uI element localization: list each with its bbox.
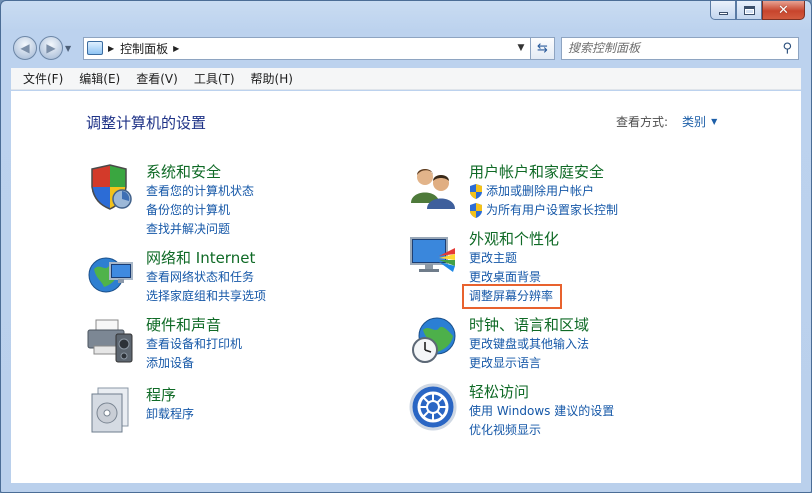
forward-arrow-icon: ▶ [46,41,56,55]
address-bar[interactable]: ▶ 控制面板 ▶ ▼ [83,36,531,60]
category-clock-language-region: 时钟、语言和区域 更改键盘或其他输入法 更改显示语言 [409,316,589,373]
maximize-icon [743,5,755,15]
link-find-fix-problems[interactable]: 查找并解决问题 [146,220,254,239]
close-button[interactable]: ✕ [762,1,805,20]
menu-bar: 文件(F) 编辑(E) 查看(V) 工具(T) 帮助(H) [11,68,801,90]
category-title-appearance[interactable]: 外观和个性化 [469,230,559,249]
link-change-keyboard-input[interactable]: 更改键盘或其他输入法 [469,335,589,354]
hardware-sound-icon [87,319,133,363]
category-hardware-sound: 硬件和声音 查看设备和打印机 添加设备 [86,316,242,373]
minimize-icon [718,11,728,15]
address-history-dropdown[interactable]: ▼ [512,43,530,53]
page-title: 调整计算机的设置 [86,114,207,132]
view-by-dropdown[interactable]: 类别 [682,113,706,130]
view-by: 查看方式: 类别 ▼ [616,113,717,130]
content-area: 调整计算机的设置 查看方式: 类别 ▼ 系统和安全 查看您的计算机状态 备份您的… [11,91,801,483]
user-accounts-icon [411,169,455,209]
caption-buttons: ✕ [710,1,805,20]
category-title-hardware-sound[interactable]: 硬件和声音 [146,316,242,335]
link-change-display-language[interactable]: 更改显示语言 [469,354,589,373]
link-uninstall-program[interactable]: 卸载程序 [146,405,194,424]
chevron-down-icon: ▼ [65,43,72,53]
appearance-icon [410,237,455,272]
chevron-down-icon[interactable]: ▼ [711,117,717,126]
category-title-system-security[interactable]: 系统和安全 [146,163,254,182]
close-icon: ✕ [778,2,789,18]
menu-tools[interactable]: 工具(T) [186,70,243,87]
link-add-remove-accounts-label: 添加或删除用户帐户 [486,184,595,198]
breadcrumb-separator-icon[interactable]: ▶ [108,44,114,53]
link-backup-computer[interactable]: 备份您的计算机 [146,201,254,220]
category-system-security: 系统和安全 查看您的计算机状态 备份您的计算机 查找并解决问题 [86,163,254,239]
navigation-bar: ◀ ▶ ▼ ▶ 控制面板 ▶ ▼ ⇆ ⚲ [13,35,803,61]
link-optimize-video-display[interactable]: 优化视频显示 [469,421,614,440]
link-parental-controls[interactable]: 为所有用户设置家长控制 [469,201,618,220]
clock-language-icon [412,317,456,363]
uac-shield-icon [470,203,482,218]
breadcrumb-control-panel[interactable]: 控制面板 [120,40,168,57]
link-change-desktop-background[interactable]: 更改桌面背景 [469,268,559,287]
search-box[interactable]: ⚲ [561,36,799,60]
category-title-user-accounts[interactable]: 用户帐户和家庭安全 [469,163,618,182]
link-windows-recommended-settings[interactable]: 使用 Windows 建议的设置 [469,402,614,421]
menu-file[interactable]: 文件(F) [15,70,71,87]
link-change-theme[interactable]: 更改主题 [469,249,559,268]
search-icon[interactable]: ⚲ [782,41,792,56]
back-button[interactable]: ◀ [13,36,37,60]
category-ease-of-access: 轻松访问 使用 Windows 建议的设置 优化视频显示 [409,383,614,440]
category-appearance: 外观和个性化 更改主题 更改桌面背景 调整屏幕分辨率 [409,230,563,309]
forward-button[interactable]: ▶ [39,36,63,60]
uac-shield-icon [470,184,482,199]
link-homegroup-sharing[interactable]: 选择家庭组和共享选项 [146,287,266,306]
programs-icon [91,387,129,433]
category-title-clock-language-region[interactable]: 时钟、语言和区域 [469,316,589,335]
search-input[interactable] [568,41,783,55]
category-network-internet: 网络和 Internet 查看网络状态和任务 选择家庭组和共享选项 [86,249,266,306]
menu-help[interactable]: 帮助(H) [243,70,301,87]
breadcrumb-separator-icon[interactable]: ▶ [173,44,179,53]
refresh-button[interactable]: ⇆ [531,36,555,60]
category-programs: 程序 卸载程序 [86,386,194,434]
category-title-ease-of-access[interactable]: 轻松访问 [469,383,614,402]
control-panel-icon [87,41,103,55]
category-user-accounts: 用户帐户和家庭安全 添加或删除用户帐户 为所有用户设置家长控制 [409,163,618,220]
minimize-button[interactable] [710,1,736,20]
link-add-device[interactable]: 添加设备 [146,354,242,373]
menu-edit[interactable]: 编辑(E) [71,70,128,87]
recent-pages-dropdown[interactable]: ▼ [65,44,77,53]
link-adjust-screen-resolution[interactable]: 调整屏幕分辨率 [461,284,563,309]
refresh-icon: ⇆ [537,40,548,56]
category-title-network-internet[interactable]: 网络和 Internet [146,249,266,268]
link-view-computer-status[interactable]: 查看您的计算机状态 [146,182,254,201]
menu-view[interactable]: 查看(V) [128,70,186,87]
maximize-button[interactable] [736,1,762,20]
network-internet-icon [88,257,133,293]
link-devices-printers[interactable]: 查看设备和打印机 [146,335,242,354]
link-add-remove-accounts[interactable]: 添加或删除用户帐户 [469,182,618,201]
link-parental-controls-label: 为所有用户设置家长控制 [486,203,619,217]
category-title-programs[interactable]: 程序 [146,386,194,405]
ease-of-access-icon [409,383,457,431]
back-arrow-icon: ◀ [20,41,30,55]
view-by-label: 查看方式: [616,115,669,129]
link-network-status[interactable]: 查看网络状态和任务 [146,268,266,287]
system-security-icon [91,164,132,210]
control-panel-window: ✕ ◀ ▶ ▼ ▶ 控制面板 ▶ ▼ ⇆ ⚲ 文件(F) 编辑(E) 查看(V)… [0,0,812,493]
